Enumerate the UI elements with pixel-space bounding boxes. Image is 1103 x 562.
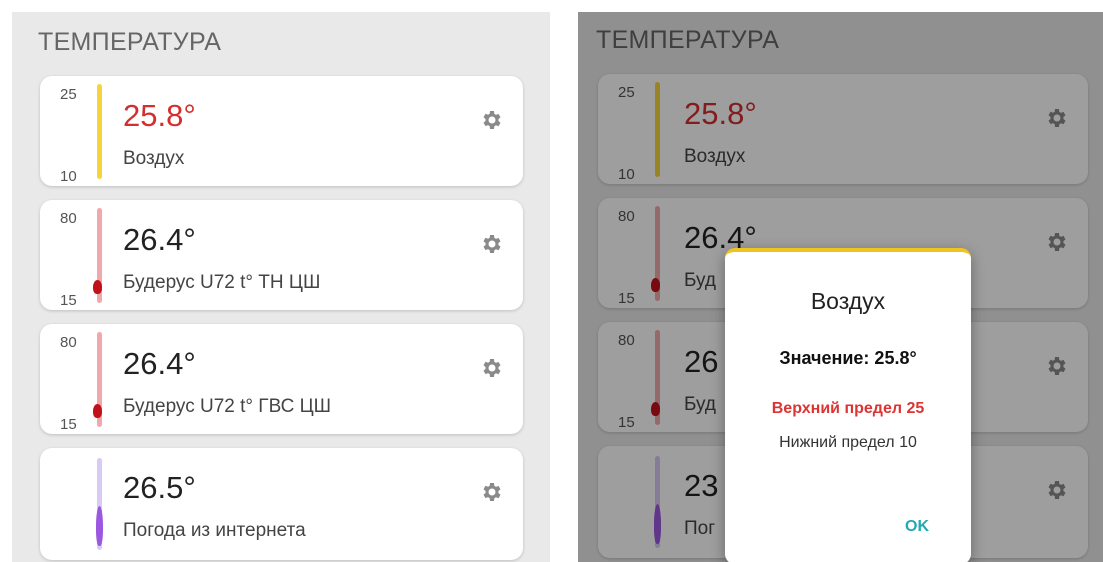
scale-min: 15 bbox=[60, 416, 77, 433]
sensor-card-air[interactable]: 25 10 25.8° Воздух bbox=[40, 76, 523, 186]
gear-icon[interactable] bbox=[479, 356, 503, 380]
thermometer-icon bbox=[97, 84, 102, 179]
dialog-value: Значение: 25.8° bbox=[779, 348, 917, 368]
thermometer-bulb bbox=[96, 506, 103, 546]
sensor-value: 26.4° bbox=[123, 346, 196, 381]
scale-min: 10 bbox=[60, 168, 77, 185]
scale-min: 15 bbox=[60, 292, 77, 309]
dialog-title: Воздух bbox=[810, 288, 886, 314]
gear-icon[interactable] bbox=[479, 108, 503, 132]
sensor-card-buderus-tn[interactable]: 80 15 26.4° Будерус U72 t° ТН ЦШ bbox=[40, 200, 523, 310]
sensor-name: Будерус U72 t° ТН ЦШ bbox=[123, 272, 321, 293]
ok-button[interactable]: OK bbox=[899, 514, 935, 540]
sensor-card-buderus-gvs[interactable]: 80 15 26.4° Будерус U72 t° ГВС ЦШ bbox=[40, 324, 523, 434]
thermometer-bulb bbox=[93, 404, 102, 418]
dialog-lower-limit: Нижний предел 10 bbox=[779, 434, 917, 451]
gear-icon[interactable] bbox=[479, 480, 503, 504]
scale-max: 80 bbox=[60, 334, 77, 351]
scale-max: 25 bbox=[60, 86, 77, 103]
sensor-card-weather[interactable]: 26.5° Погода из интернета bbox=[40, 448, 523, 560]
sensor-value: 26.4° bbox=[123, 222, 196, 257]
section-title: ТЕМПЕРАТУРА bbox=[38, 28, 222, 56]
sensor-name: Погода из интернета bbox=[123, 520, 306, 541]
temperature-panel: ТЕМПЕРАТУРА 25 10 25.8° Воздух 80 15 26.… bbox=[12, 12, 550, 562]
sensor-info-dialog: Воздух Значение: 25.8° Верхний предел 25… bbox=[725, 248, 971, 562]
sensor-value: 26.5° bbox=[123, 470, 196, 505]
sensor-name: Воздух bbox=[123, 148, 185, 169]
sensor-value: 25.8° bbox=[123, 98, 196, 133]
dialog-upper-limit: Верхний предел 25 bbox=[771, 400, 925, 417]
gear-icon[interactable] bbox=[479, 232, 503, 256]
thermometer-bulb bbox=[93, 280, 102, 294]
scale-max: 80 bbox=[60, 210, 77, 227]
temperature-panel-dialog: ТЕМПЕРАТУРА 25 10 25.8° Воздух 80 15 26.… bbox=[578, 12, 1103, 562]
sensor-name: Будерус U72 t° ГВС ЦШ bbox=[123, 396, 332, 417]
